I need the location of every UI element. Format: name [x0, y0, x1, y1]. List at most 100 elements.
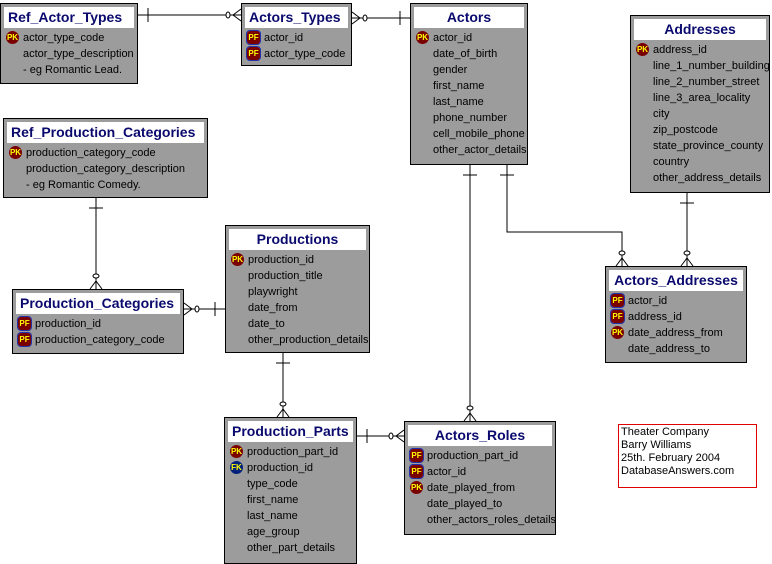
crows-foot-icon [686, 257, 694, 267]
table-column[interactable]: date_played_to [405, 496, 555, 512]
table-column[interactable]: last_name [411, 94, 527, 110]
crows-foot-icon [351, 17, 361, 25]
column-name: date_to [248, 318, 285, 330]
column-name: other_production_details [248, 334, 369, 346]
table-column[interactable]: PF address_id [606, 309, 746, 325]
table-column[interactable]: type_code [225, 476, 356, 492]
table-column[interactable]: country [631, 154, 769, 170]
table-column[interactable]: state_province_county [631, 138, 769, 154]
table-column[interactable]: production_title [226, 268, 369, 284]
table-production-parts[interactable]: Production_Parts PK production_part_id FK pr… [224, 417, 357, 564]
zero-circle-icon [683, 250, 691, 256]
crows-foot-icon [351, 11, 361, 19]
table-column[interactable]: FK production_id [225, 460, 356, 476]
column-name: first_name [433, 80, 485, 92]
table-column[interactable]: PF actor_id [405, 464, 555, 480]
table-actors[interactable]: Actors PK actor_id date_of_birthgender first… [410, 3, 528, 165]
table-column[interactable]: last_name [225, 508, 356, 524]
table-production-categories[interactable]: Production_Categories PF production_id PF pr… [12, 289, 184, 354]
column-name: production_id [35, 318, 102, 330]
table-column[interactable]: - eg Romantic Comedy. [4, 177, 207, 193]
table-title: Actors [414, 7, 524, 28]
table-column[interactable]: other_actors_roles_details [405, 512, 556, 528]
table-actors-roles[interactable]: Actors_Roles PF production_part_id PF actor_… [404, 421, 556, 535]
column-name: actor_type_code [23, 32, 105, 44]
pf-key-icon: PF [610, 293, 625, 308]
table-title: Addresses [634, 19, 766, 40]
table-column[interactable]: PF production_id [13, 316, 183, 332]
table-column[interactable]: date_of_birth [411, 46, 527, 62]
table-column[interactable]: city [631, 106, 769, 122]
table-column[interactable]: PK actor_id [411, 30, 527, 46]
table-column[interactable]: PF production_part_id [405, 448, 555, 464]
table-addresses[interactable]: Addresses PK address_id line_1_number_build… [630, 15, 770, 193]
column-name: production_id [248, 254, 315, 266]
table-column[interactable]: PF actor_id [606, 293, 746, 309]
table-ref-production-categories[interactable]: Ref_Production_Categories PK production_ca… [3, 118, 208, 198]
table-column[interactable]: PK actor_type_code [1, 30, 137, 46]
table-column[interactable]: other_production_details [226, 332, 369, 348]
table-column[interactable]: PF actor_type_code [242, 46, 351, 62]
table-column[interactable]: line_2_number_street [631, 74, 769, 90]
zero-circle-icon [466, 405, 474, 411]
column-name: production_part_id [247, 446, 339, 458]
table-column[interactable]: line_3_area_locality [631, 90, 769, 106]
table-column[interactable]: - eg Romantic Lead. [1, 62, 137, 78]
column-name: actor_id [427, 466, 467, 478]
table-column[interactable]: actor_type_description [1, 46, 137, 62]
table-column[interactable]: PF production_category_code [13, 332, 183, 348]
table-column[interactable]: cell_mobile_phone [411, 126, 527, 142]
table-actors-types[interactable]: Actors_Types PF actor_id PF actor_type_code [241, 3, 352, 66]
table-column[interactable]: PK date_played_from [405, 480, 555, 496]
table-column[interactable]: other_address_details [631, 170, 769, 186]
relationship-line [506, 165, 623, 266]
table-column[interactable]: other_actor_details [411, 142, 527, 158]
table-column[interactable]: PK production_part_id [225, 444, 356, 460]
crows-foot-icon [469, 412, 477, 422]
pf-key-icon: PF [409, 448, 424, 463]
column-name: last_name [433, 96, 484, 108]
column-name: date_played_from [427, 482, 516, 494]
pk-key-icon: PK [636, 43, 649, 56]
pf-key-icon: PF [610, 309, 625, 324]
note-line: Barry Williams [621, 439, 692, 451]
column-name: date_address_from [628, 327, 723, 339]
crows-foot-icon [276, 408, 284, 418]
table-column[interactable]: PF actor_id [242, 30, 351, 46]
column-name: actor_type_code [264, 48, 346, 60]
table-column[interactable]: first_name [225, 492, 356, 508]
table-column[interactable]: PK address_id [631, 42, 769, 58]
table-column[interactable]: date_address_to [606, 341, 746, 357]
table-column[interactable]: PK production_id [226, 252, 369, 268]
column-name: production_id [247, 462, 314, 474]
crows-foot-icon [95, 280, 103, 290]
table-column[interactable]: other_part_details [225, 540, 356, 556]
pf-key-icon: PF [17, 316, 32, 331]
table-column[interactable]: PK date_address_from [606, 325, 746, 341]
column-name: country [653, 156, 690, 168]
column-name: other_address_details [653, 172, 762, 184]
crows-foot-icon [463, 412, 471, 422]
table-ref-actor-types[interactable]: Ref_Actor_Types PK actor_type_code actor_ty… [0, 3, 138, 84]
table-title: Ref_Production_Categories [7, 122, 204, 143]
table-column[interactable]: phone_number [411, 110, 527, 126]
crows-foot-icon [183, 308, 193, 316]
crows-foot-icon [89, 280, 97, 290]
column-name: line_1_number_building [653, 60, 770, 72]
table-column[interactable]: date_from [226, 300, 369, 316]
table-column[interactable]: line_1_number_building [631, 58, 770, 74]
table-productions[interactable]: Productions PK production_id production_tit… [225, 225, 370, 353]
table-column[interactable]: PK production_category_code [4, 145, 207, 161]
table-actors-addresses[interactable]: Actors_Addresses PF actor_id PF address_id PK… [605, 266, 747, 363]
column-name: date_of_birth [433, 48, 498, 60]
table-column[interactable]: zip_postcode [631, 122, 769, 138]
column-name: last_name [247, 510, 298, 522]
table-column[interactable]: date_to [226, 316, 369, 332]
table-column[interactable]: production_category_description [4, 161, 207, 177]
table-column[interactable]: gender [411, 62, 527, 78]
table-column[interactable]: playwright [226, 284, 369, 300]
table-column[interactable]: first_name [411, 78, 527, 94]
table-title: Actors_Types [245, 7, 348, 28]
table-column[interactable]: age_group [225, 524, 356, 540]
column-name: address_id [653, 44, 707, 56]
